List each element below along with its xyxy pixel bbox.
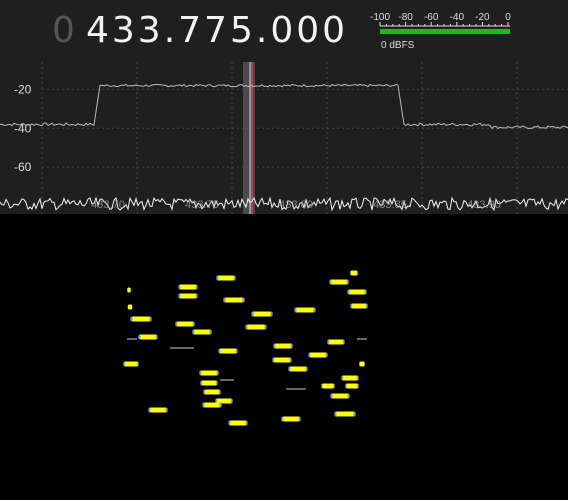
spectrum-y-tick-label: -60 <box>14 160 32 174</box>
waterfall-signal-trace <box>347 289 367 295</box>
signal-meter-readout: 0 dBFS <box>381 40 415 51</box>
waterfall-signal-trace <box>345 383 359 389</box>
waterfall-signal-trace <box>127 287 131 293</box>
waterfall-signal-trace <box>321 383 335 389</box>
waterfall-signal-trace <box>130 316 152 322</box>
waterfall-signal-trace <box>228 420 248 426</box>
waterfall-signal-trace <box>123 361 139 367</box>
waterfall-signal-trace <box>192 329 212 335</box>
waterfall-signal-trace <box>245 324 267 330</box>
waterfall-signal-trace <box>329 279 349 285</box>
waterfall-signal-trace <box>308 352 328 358</box>
spectrum-x-tick-label: 433.70 <box>91 199 125 211</box>
waterfall-display[interactable] <box>0 214 568 500</box>
waterfall-signal-trace <box>216 275 236 281</box>
spectrum-x-tick-label: 433.90 <box>467 199 501 211</box>
waterfall-signal-trace <box>273 343 293 349</box>
waterfall-signal-trace <box>148 407 168 413</box>
waterfall-signal-trace <box>203 389 221 395</box>
waterfall-signal-trace <box>223 297 245 303</box>
waterfall-signal-trace <box>350 303 368 309</box>
waterfall-signal-trace <box>202 402 222 408</box>
waterfall-signal-trace <box>178 293 198 299</box>
spectrum-y-tick-label: -20 <box>14 82 32 96</box>
waterfall-signal-trace <box>199 370 219 376</box>
waterfall-signal-trace <box>288 366 308 372</box>
waterfall-signal-trace <box>127 304 133 310</box>
frequency-panel: 0 433.775.000 -100 -80 -60 -40 -20 0 0 dBFS <box>0 0 568 62</box>
spectrum-plot[interactable]: -20 -40 -60 433.70 433.75 433.80 433.85 433.90 <box>0 62 568 214</box>
waterfall-signal-trace <box>272 357 292 363</box>
spectrum-x-tick-label: 433.75 <box>185 199 219 211</box>
filter-bandwidth-marker[interactable] <box>243 62 255 214</box>
waterfall-signal-trace <box>218 348 238 354</box>
waterfall-signal-trace <box>281 416 301 422</box>
signal-meter-bar <box>380 29 510 34</box>
waterfall-signal-trace <box>330 393 350 399</box>
waterfall-signal-trace <box>138 334 158 340</box>
waterfall-signal-trace <box>294 307 316 313</box>
waterfall-signal-trace <box>251 311 273 317</box>
waterfall-signal-trace <box>327 339 345 345</box>
waterfall-signal-trace <box>175 321 195 327</box>
spectrum-x-tick-label: 433.80 <box>279 199 313 211</box>
waterfall-signal-trace <box>334 411 356 417</box>
spectrum-canvas[interactable]: -20-40-60433.70 433.75 433.80 433.85 433.90 <box>0 62 568 214</box>
spectrum-x-tick-label: 433.85 <box>373 199 407 211</box>
waterfall-signal-trace <box>341 375 359 381</box>
waterfall-canvas[interactable] <box>0 214 568 500</box>
waterfall-signal-trace <box>178 284 198 290</box>
waterfall-signal-trace <box>359 361 365 367</box>
waterfall-signal-trace <box>350 270 358 276</box>
spectrum-trace <box>0 83 568 130</box>
waterfall-signal-trace <box>200 380 218 386</box>
